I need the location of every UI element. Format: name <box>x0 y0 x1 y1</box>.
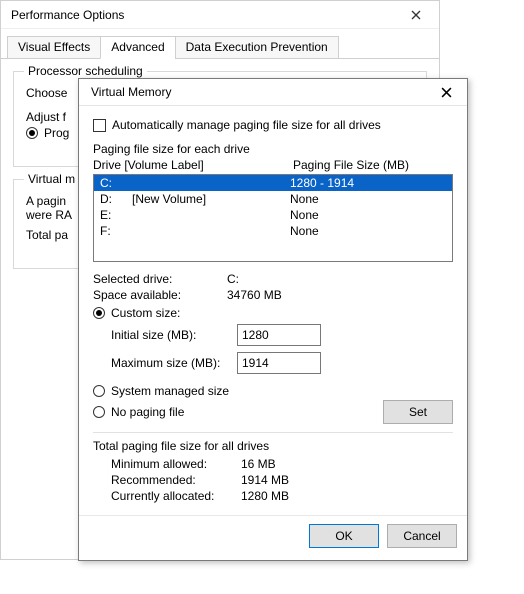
tab-advanced[interactable]: Advanced <box>100 36 175 59</box>
drive-volume: [New Volume] <box>132 192 290 206</box>
currently-allocated-value: 1280 MB <box>241 489 289 503</box>
drive-letter: F: <box>100 224 132 238</box>
radio-dot-icon <box>26 127 38 139</box>
header-size: Paging File Size (MB) <box>293 158 409 172</box>
currently-allocated-label: Currently allocated: <box>111 489 241 503</box>
minimum-allowed-value: 16 MB <box>241 457 276 471</box>
totals-header: Total paging file size for all drives <box>93 439 453 453</box>
set-button[interactable]: Set <box>383 400 453 424</box>
drive-row[interactable]: C: 1280 - 1914 <box>94 175 452 191</box>
radio-dot-icon <box>93 406 105 418</box>
radio-dot-icon <box>93 307 105 319</box>
drive-letter: D: <box>100 192 132 206</box>
drive-list-label: Paging file size for each drive <box>93 142 453 156</box>
maximum-size-input[interactable] <box>237 352 321 374</box>
drive-size: 1280 - 1914 <box>290 176 446 190</box>
maximum-size-label: Maximum size (MB): <box>111 356 237 370</box>
radio-system-managed[interactable]: System managed size <box>93 384 453 398</box>
initial-size-input[interactable] <box>237 324 321 346</box>
ok-button[interactable]: OK <box>309 524 379 548</box>
window-title: Performance Options <box>11 8 124 22</box>
drive-size: None <box>290 208 446 222</box>
initial-size-label: Initial size (MB): <box>111 328 237 342</box>
cancel-button[interactable]: Cancel <box>387 524 457 548</box>
drive-volume <box>132 224 290 238</box>
checkbox-icon <box>93 119 106 132</box>
header-drive: Drive [Volume Label] <box>93 158 293 172</box>
radio-programs-label: Prog <box>44 126 69 140</box>
drive-row[interactable]: E: None <box>94 207 452 223</box>
drive-letter: E: <box>100 208 132 222</box>
close-icon[interactable] <box>431 87 461 98</box>
drive-size: None <box>290 224 446 238</box>
close-icon[interactable] <box>401 10 431 20</box>
drive-list[interactable]: C:1280 - 1914D:[New Volume]NoneE:NoneF:N… <box>93 174 453 262</box>
auto-manage-label: Automatically manage paging file size fo… <box>112 118 381 132</box>
radio-dot-icon <box>93 385 105 397</box>
recommended-label: Recommended: <box>111 473 241 487</box>
selected-drive-value: C: <box>227 272 239 286</box>
virtual-memory-dialog: Virtual Memory Automatically manage pagi… <box>78 78 468 561</box>
radio-no-paging[interactable]: No paging file <box>93 405 383 419</box>
drive-row[interactable]: D:[New Volume]None <box>94 191 452 207</box>
group-legend: Virtual m <box>24 172 79 186</box>
auto-manage-checkbox[interactable]: Automatically manage paging file size fo… <box>93 118 453 132</box>
drive-size: None <box>290 192 446 206</box>
radio-custom-size[interactable]: Custom size: <box>93 306 453 320</box>
minimum-allowed-label: Minimum allowed: <box>111 457 241 471</box>
drive-letter: C: <box>100 176 132 190</box>
drive-volume <box>132 176 290 190</box>
system-managed-label: System managed size <box>111 384 229 398</box>
space-available-value: 34760 MB <box>227 288 282 302</box>
titlebar: Performance Options <box>1 1 439 29</box>
drive-volume <box>132 208 290 222</box>
tab-strip: Visual Effects Advanced Data Execution P… <box>1 29 439 59</box>
group-legend: Processor scheduling <box>24 64 147 78</box>
selected-drive-label: Selected drive: <box>93 272 227 286</box>
drive-row[interactable]: F: None <box>94 223 452 239</box>
dialog-title: Virtual Memory <box>91 85 171 99</box>
no-paging-label: No paging file <box>111 405 184 419</box>
tab-dep[interactable]: Data Execution Prevention <box>175 36 339 59</box>
dialog-titlebar: Virtual Memory <box>79 79 467 106</box>
tab-visual-effects[interactable]: Visual Effects <box>7 36 101 59</box>
space-available-label: Space available: <box>93 288 227 302</box>
custom-size-label: Custom size: <box>111 306 180 320</box>
recommended-value: 1914 MB <box>241 473 289 487</box>
